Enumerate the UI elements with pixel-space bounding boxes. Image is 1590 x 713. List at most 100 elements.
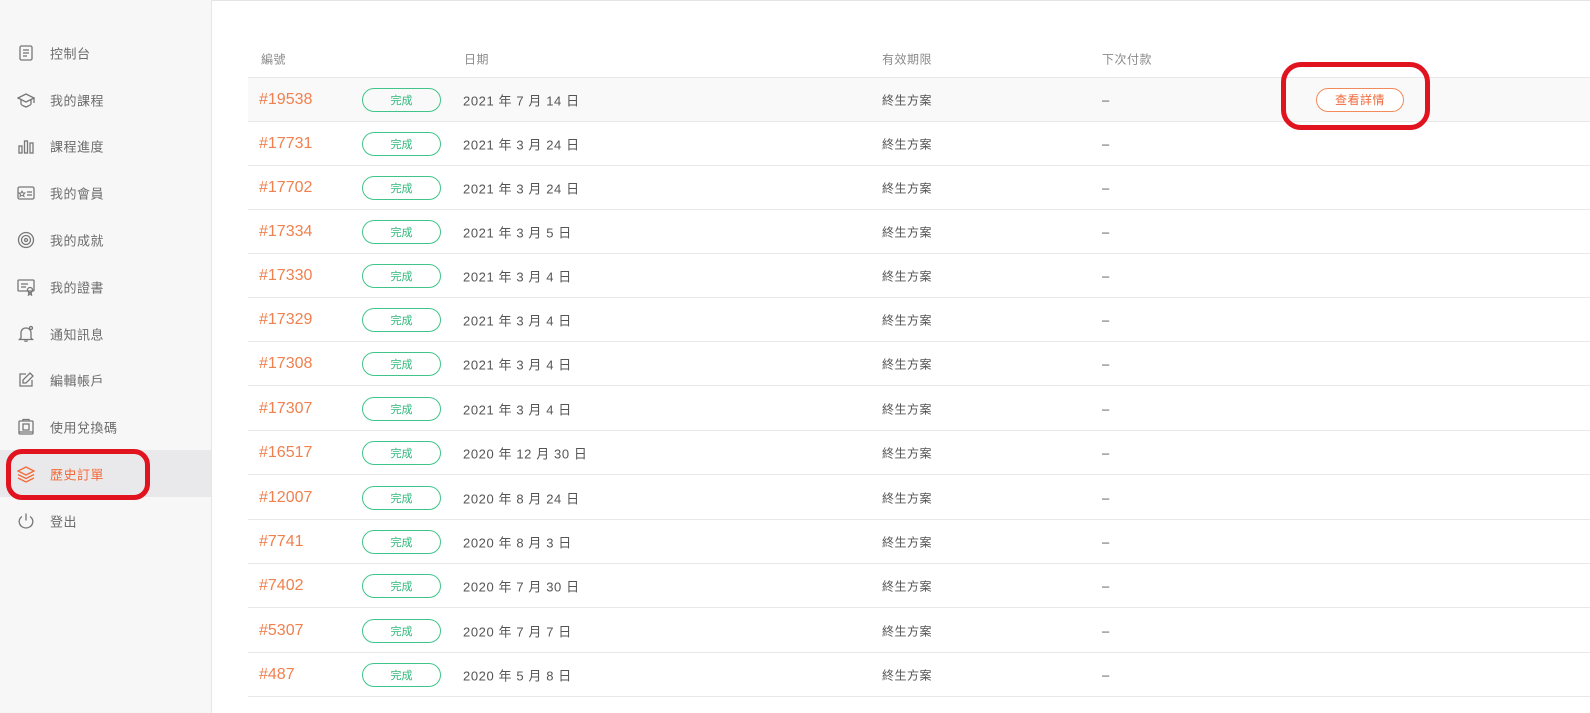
order-id-link[interactable]: #7402: [259, 577, 304, 595]
order-id-link[interactable]: #5307: [259, 622, 304, 640]
status-badge: 完成: [362, 618, 441, 643]
table-row: #17702 完成 2021 年 3 月 24 日 終生方案 –: [248, 166, 1590, 210]
table-row: #17330 完成 2021 年 3 月 4 日 終生方案 –: [248, 254, 1590, 298]
order-next-payment: –: [1102, 401, 1110, 416]
order-date: 2021 年 3 月 5 日: [463, 225, 572, 240]
order-id-link[interactable]: #7741: [259, 533, 304, 551]
status-badge: 完成: [362, 219, 441, 244]
status-badge: 完成: [362, 573, 441, 598]
order-next-payment: –: [1102, 224, 1110, 239]
status-badge: 完成: [362, 396, 441, 421]
order-expiry: 終生方案: [882, 579, 933, 593]
order-next-payment: –: [1102, 623, 1110, 638]
status-badge: 完成: [362, 485, 441, 510]
sidebar-item-my-membership[interactable]: 我的會員: [0, 169, 211, 216]
sidebar-item-label: 編輯帳戶: [50, 373, 105, 388]
column-header-expiry: 有效期限: [882, 52, 933, 66]
sidebar-item-label: 我的會員: [50, 186, 105, 201]
order-id-link[interactable]: #12007: [259, 489, 312, 507]
table-row: #17731 完成 2021 年 3 月 24 日 終生方案 –: [248, 122, 1590, 166]
order-date: 2020 年 7 月 7 日: [463, 624, 572, 639]
order-date: 2021 年 3 月 24 日: [463, 181, 580, 196]
order-date: 2021 年 3 月 4 日: [463, 313, 572, 328]
sidebar-item-achievements[interactable]: 我的成就: [0, 216, 211, 263]
order-date: 2021 年 3 月 4 日: [463, 357, 572, 372]
status-badge: 完成: [362, 440, 441, 465]
bell-icon: [17, 325, 35, 343]
order-expiry: 終生方案: [882, 624, 933, 638]
bar-chart-icon: [17, 137, 35, 155]
order-date: 2020 年 12 月 30 日: [463, 446, 588, 461]
order-next-payment: –: [1102, 534, 1110, 549]
table-row: #12007 完成 2020 年 8 月 24 日 終生方案 –: [248, 476, 1590, 520]
order-date: 2021 年 7 月 14 日: [463, 93, 580, 108]
view-details-button[interactable]: 查看詳情: [1316, 87, 1404, 112]
order-expiry: 終生方案: [882, 535, 933, 549]
order-next-payment: –: [1102, 268, 1110, 283]
order-id-link[interactable]: #17731: [259, 135, 312, 153]
order-id-link[interactable]: #19538: [259, 91, 312, 109]
sidebar-item-label: 控制台: [50, 46, 91, 61]
sidebar-item-logout[interactable]: 登出: [0, 497, 211, 544]
member-card-icon: [17, 184, 35, 202]
dashboard-icon: [17, 44, 35, 62]
order-date: 2020 年 7 月 30 日: [463, 579, 580, 594]
order-expiry: 終生方案: [882, 225, 933, 239]
top-divider: [212, 0, 1590, 1]
certificate-icon: [17, 278, 35, 296]
status-badge: 完成: [362, 662, 441, 687]
order-expiry: 終生方案: [882, 446, 933, 460]
order-id-link[interactable]: #17308: [259, 355, 312, 373]
sidebar-item-order-history[interactable]: 歷史訂單: [0, 450, 211, 497]
power-icon: [17, 512, 35, 530]
order-next-payment: –: [1102, 312, 1110, 327]
sidebar-item-label: 登出: [50, 514, 78, 529]
column-header-id: 編號: [261, 52, 287, 66]
order-id-link[interactable]: #17307: [259, 400, 312, 418]
orders-table-header: 編號 日期 有效期限 下次付款: [248, 40, 1590, 78]
order-expiry: 終生方案: [882, 668, 933, 682]
redeem-icon: [17, 418, 35, 436]
sidebar-item-my-courses[interactable]: 我的課程: [0, 76, 211, 123]
target-icon: [17, 231, 35, 249]
order-date: 2021 年 3 月 4 日: [463, 269, 572, 284]
edit-icon: [17, 371, 35, 389]
order-date: 2020 年 8 月 24 日: [463, 491, 580, 506]
sidebar-item-dashboard[interactable]: 控制台: [0, 29, 211, 76]
order-date: 2021 年 3 月 24 日: [463, 137, 580, 152]
order-id-link[interactable]: #17334: [259, 223, 312, 241]
order-next-payment: –: [1102, 490, 1110, 505]
order-id-link[interactable]: #487: [259, 666, 295, 684]
status-badge: 完成: [362, 529, 441, 554]
order-date: 2021 年 3 月 4 日: [463, 402, 572, 417]
sidebar-item-label: 歷史訂單: [50, 467, 105, 482]
table-row: #17329 完成 2021 年 3 月 4 日 終生方案 –: [248, 298, 1590, 342]
order-expiry: 終生方案: [882, 491, 933, 505]
sidebar-item-notifications[interactable]: 通知訊息: [0, 310, 211, 357]
table-row: #7402 完成 2020 年 7 月 30 日 終生方案 –: [248, 564, 1590, 608]
order-id-link[interactable]: #17702: [259, 179, 312, 197]
graduation-cap-icon: [17, 91, 35, 109]
order-id-link[interactable]: #17330: [259, 267, 312, 285]
table-row: #5307 完成 2020 年 7 月 7 日 終生方案 –: [248, 609, 1590, 653]
status-badge: 完成: [362, 263, 441, 288]
sidebar-item-edit-account[interactable]: 編輯帳戶: [0, 356, 211, 403]
sidebar-item-course-progress[interactable]: 課程進度: [0, 122, 211, 169]
order-next-payment: –: [1102, 356, 1110, 371]
order-id-link[interactable]: #16517: [259, 444, 312, 462]
order-expiry: 終生方案: [882, 313, 933, 327]
order-next-payment: –: [1102, 136, 1110, 151]
table-row: #16517 完成 2020 年 12 月 30 日 終生方案 –: [248, 431, 1590, 475]
order-expiry: 終生方案: [882, 137, 933, 151]
sidebar-item-redeem-code[interactable]: 使用兌換碼: [0, 403, 211, 450]
table-row: #17307 完成 2021 年 3 月 4 日 終生方案 –: [248, 387, 1590, 431]
order-id-link[interactable]: #17329: [259, 311, 312, 329]
sidebar-item-certificates[interactable]: 我的證書: [0, 263, 211, 310]
table-row: #17308 完成 2021 年 3 月 4 日 終生方案 –: [248, 342, 1590, 386]
table-row: #17334 完成 2021 年 3 月 5 日 終生方案 –: [248, 210, 1590, 254]
sidebar-item-label: 我的證書: [50, 280, 105, 295]
order-next-payment: –: [1102, 92, 1110, 107]
order-next-payment: –: [1102, 180, 1110, 195]
sidebar-item-label: 我的課程: [50, 93, 105, 108]
status-badge: 完成: [362, 87, 441, 112]
